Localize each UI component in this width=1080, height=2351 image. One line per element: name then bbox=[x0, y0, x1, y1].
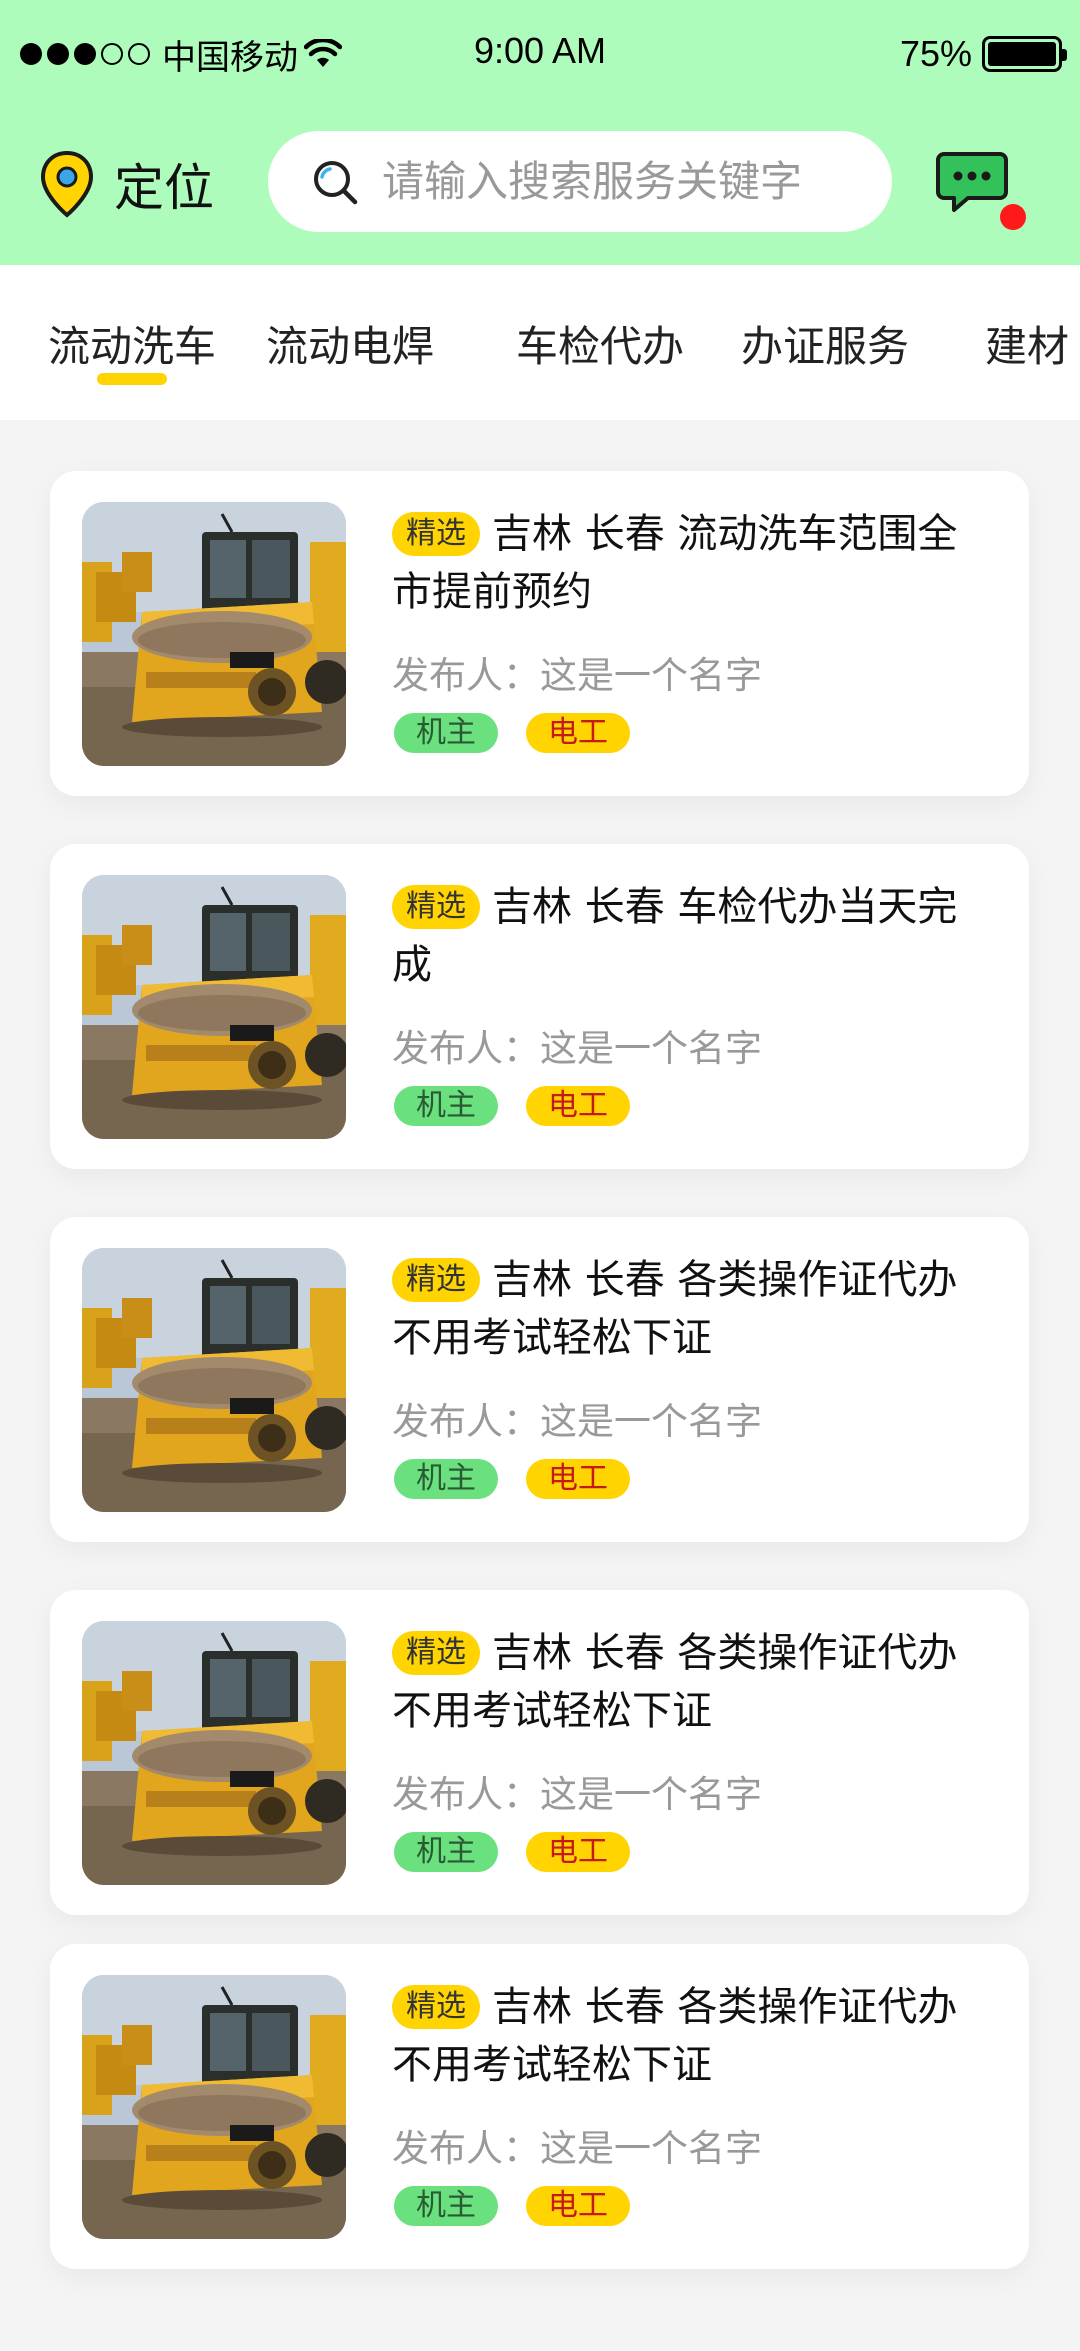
listing-title-block: 精选 吉林 长春 各类操作证代办不用考试轻松下证 bbox=[392, 1624, 992, 1740]
status-bar: 中国移动 9:00 AM 75% bbox=[0, 0, 1080, 110]
chat-bubble-icon bbox=[936, 152, 1008, 212]
active-tab-indicator bbox=[97, 373, 167, 385]
tag-electrician: 电工 bbox=[526, 713, 630, 753]
listing-title-block: 精选 吉林 长春 流动洗车范围全市提前预约 bbox=[392, 505, 992, 621]
search-bar[interactable] bbox=[268, 131, 892, 232]
listing-card[interactable]: 精选 吉林 长春 车检代办当天完成 发布人：这是一个名字 机主 电工 bbox=[50, 844, 1029, 1169]
listing-publisher: 发布人：这是一个名字 bbox=[392, 1400, 762, 1443]
tag-owner: 机主 bbox=[394, 713, 498, 753]
status-right: 75% bbox=[899, 30, 1067, 78]
tag-electrician: 电工 bbox=[526, 1459, 630, 1499]
featured-badge: 精选 bbox=[392, 1631, 480, 1675]
listing-publisher: 发布人：这是一个名字 bbox=[392, 1773, 762, 1816]
listing-title-block: 精选 吉林 长春 各类操作证代办不用考试轻松下证 bbox=[392, 1978, 992, 2094]
listing-title-block: 精选 吉林 长春 车检代办当天完成 bbox=[392, 878, 992, 994]
listing-tags: 机主 电工 bbox=[394, 2186, 630, 2226]
listing-card[interactable]: 精选 吉林 长春 各类操作证代办不用考试轻松下证 发布人：这是一个名字 机主 电工 bbox=[50, 1590, 1029, 1915]
location-label: 定位 bbox=[114, 159, 214, 217]
featured-badge: 精选 bbox=[392, 512, 480, 556]
listing-thumbnail bbox=[82, 502, 346, 766]
listing-card[interactable]: 精选 吉林 长春 流动洗车范围全市提前预约 发布人：这是一个名字 机主 电工 bbox=[50, 471, 1029, 796]
listing-title-block: 精选 吉林 长春 各类操作证代办不用考试轻松下证 bbox=[392, 1251, 992, 1367]
tab-vehicle-inspection[interactable]: 车检代办 bbox=[516, 313, 684, 374]
notification-dot bbox=[1000, 204, 1026, 230]
category-tabs: 流动洗车 流动电焊 车检代办 办证服务 建材 bbox=[0, 265, 1080, 420]
tag-electrician: 电工 bbox=[526, 1832, 630, 1872]
tab-mobile-car-wash[interactable]: 流动洗车 bbox=[48, 313, 216, 374]
listing-card[interactable]: 精选 吉林 长春 各类操作证代办不用考试轻松下证 发布人：这是一个名字 机主 电工 bbox=[50, 1944, 1029, 2269]
listing-thumbnail bbox=[82, 1248, 346, 1512]
tab-license-service[interactable]: 办证服务 bbox=[741, 313, 909, 374]
message-button[interactable] bbox=[936, 150, 1026, 230]
battery-icon bbox=[982, 36, 1067, 72]
featured-badge: 精选 bbox=[392, 1258, 480, 1302]
listing-tags: 机主 电工 bbox=[394, 1832, 630, 1872]
tag-electrician: 电工 bbox=[526, 1086, 630, 1126]
tag-owner: 机主 bbox=[394, 2186, 498, 2226]
battery-percent: 75% bbox=[899, 33, 972, 74]
tab-mobile-welding[interactable]: 流动电焊 bbox=[266, 313, 434, 374]
tab-building-materials[interactable]: 建材 bbox=[985, 313, 1069, 374]
listing-thumbnail bbox=[82, 1975, 346, 2239]
listing-publisher: 发布人：这是一个名字 bbox=[392, 1027, 762, 1070]
listing-publisher: 发布人：这是一个名字 bbox=[392, 2127, 762, 2170]
tag-owner: 机主 bbox=[394, 1832, 498, 1872]
listing-publisher: 发布人：这是一个名字 bbox=[392, 654, 762, 697]
location-pin-icon bbox=[40, 150, 94, 218]
tag-owner: 机主 bbox=[394, 1086, 498, 1126]
listing-card[interactable]: 精选 吉林 长春 各类操作证代办不用考试轻松下证 发布人：这是一个名字 机主 电工 bbox=[50, 1217, 1029, 1542]
tag-owner: 机主 bbox=[394, 1459, 498, 1499]
listing-tags: 机主 电工 bbox=[394, 713, 630, 753]
listing-tags: 机主 电工 bbox=[394, 1086, 630, 1126]
featured-badge: 精选 bbox=[392, 885, 480, 929]
top-header: 中国移动 9:00 AM 75% 定位 bbox=[0, 0, 1080, 265]
featured-badge: 精选 bbox=[392, 1985, 480, 2029]
listing-tags: 机主 电工 bbox=[394, 1459, 630, 1499]
listing-thumbnail bbox=[82, 1621, 346, 1885]
location-selector[interactable]: 定位 bbox=[38, 148, 214, 220]
search-input[interactable] bbox=[382, 157, 862, 206]
tag-electrician: 电工 bbox=[526, 2186, 630, 2226]
listing-thumbnail bbox=[82, 875, 346, 1139]
search-icon bbox=[314, 160, 358, 204]
